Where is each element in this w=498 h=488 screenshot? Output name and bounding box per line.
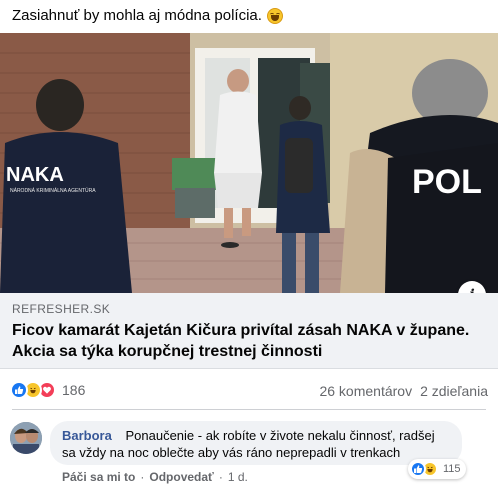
comments-count-link[interactable]: 26 komentárov	[319, 383, 412, 399]
avatar[interactable]	[10, 422, 42, 454]
like-icon	[10, 381, 28, 399]
link-preview-info[interactable]: REFRESHER.SK Ficov kamarát Kajetán Kičur…	[0, 293, 498, 369]
comment-author[interactable]: Barbora	[62, 428, 112, 443]
comment-text: Ponaučenie - ak robíte v živote nekalu č…	[62, 428, 435, 460]
shares-count-link[interactable]: 2 zdieľania	[420, 383, 488, 399]
post-stats: 26 komentárov 2 zdieľania	[319, 383, 488, 399]
post-text-content: Zasiahnuť by mohla aj módna polícia.	[12, 7, 262, 24]
comment-bubble: Barbora Ponaučenie - ak robíte v živote …	[50, 421, 462, 465]
link-domain: REFRESHER.SK	[12, 302, 111, 316]
jacket-pol-text: POL	[412, 163, 482, 201]
jacket-naka-text: NAKA	[6, 164, 64, 186]
raid-photo: NAKA NÁRODNÁ KRIMINÁLNA AGENTÚRA POL	[0, 33, 498, 293]
comment-actions: Páči sa mi to · Odpovedať · 1 d.	[62, 470, 248, 484]
comment-like-button[interactable]: Páči sa mi to	[62, 470, 135, 484]
comment-reactions[interactable]: 115	[408, 459, 466, 479]
separator-dot: ·	[140, 470, 145, 484]
comment-reaction-count: 115	[443, 463, 461, 475]
reactions-summary[interactable]: 186	[10, 381, 85, 399]
separator-dot: ·	[218, 470, 223, 484]
laughing-emoji-icon	[266, 8, 283, 24]
divider	[12, 409, 486, 410]
post-text: Zasiahnuť by mohla aj módna polícia.	[12, 6, 283, 26]
link-title[interactable]: Ficov kamarát Kajetán Kičura privítal zá…	[12, 320, 482, 362]
link-preview-image[interactable]: NAKA NÁRODNÁ KRIMINÁLNA AGENTÚRA POL	[0, 33, 498, 293]
comment-reply-button[interactable]: Odpovedať	[149, 470, 213, 484]
comment-timestamp[interactable]: 1 d.	[228, 470, 248, 484]
reaction-count: 186	[62, 382, 86, 398]
jacket-naka-subtext: NÁRODNÁ KRIMINÁLNA AGENTÚRA	[10, 187, 96, 194]
like-icon	[410, 461, 426, 477]
